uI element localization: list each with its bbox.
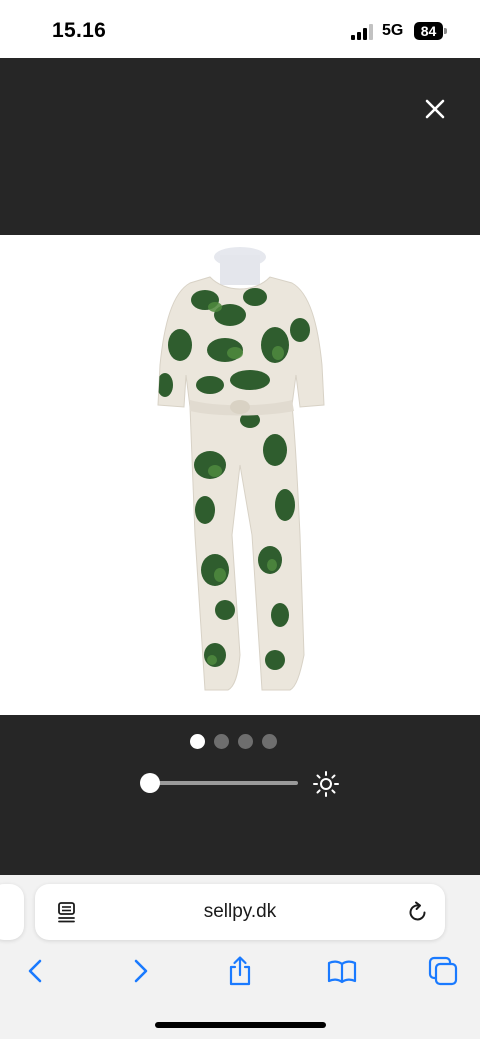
pagination-dot[interactable]	[238, 734, 253, 749]
network-type: 5G	[382, 22, 404, 39]
status-bar: 15.16 5G 84	[0, 0, 480, 58]
close-icon[interactable]	[420, 94, 450, 124]
jumpsuit-illustration	[157, 247, 325, 691]
reload-icon[interactable]	[406, 900, 430, 924]
image-viewer-header	[0, 58, 480, 235]
sun-icon[interactable]	[312, 770, 340, 798]
cellular-signal-icon	[351, 24, 373, 40]
battery-nub	[444, 28, 447, 34]
url-text[interactable]: sellpy.dk	[35, 884, 445, 940]
pagination-dot[interactable]	[190, 734, 205, 749]
brightness-slider[interactable]	[140, 772, 300, 794]
battery-level: 84	[414, 22, 443, 40]
status-time: 15.16	[52, 19, 107, 42]
slider-thumb[interactable]	[140, 773, 160, 793]
share-icon[interactable]	[224, 955, 256, 987]
image-pagination[interactable]	[190, 734, 277, 750]
page-menu-icon[interactable]	[55, 900, 79, 924]
battery-icon: 84	[414, 22, 447, 40]
address-bar[interactable]: sellpy.dk	[35, 884, 445, 940]
slider-track	[148, 781, 298, 785]
bookmarks-icon[interactable]	[326, 955, 358, 987]
forward-icon[interactable]	[124, 955, 156, 987]
pagination-dot[interactable]	[214, 734, 229, 749]
home-indicator	[155, 1022, 326, 1028]
previous-tab-preview[interactable]	[0, 884, 24, 940]
pagination-dot[interactable]	[262, 734, 277, 749]
back-icon[interactable]	[20, 955, 52, 987]
tabs-icon[interactable]	[427, 955, 459, 987]
product-image[interactable]	[0, 235, 480, 715]
